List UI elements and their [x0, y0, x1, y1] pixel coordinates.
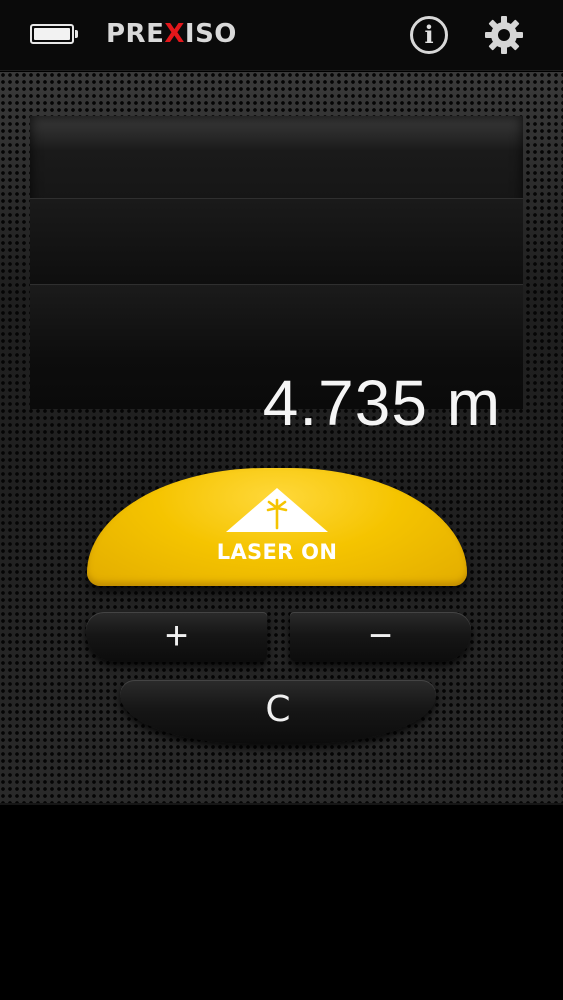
laser-warning-icon: [226, 488, 328, 532]
battery-icon: [30, 24, 78, 44]
display-history-row: [30, 198, 523, 285]
gear-icon: [485, 16, 523, 54]
clear-button[interactable]: C: [120, 680, 436, 744]
app-root: PREXISO i 4.735 m LASER ON + − C: [0, 0, 563, 1000]
laser-on-button[interactable]: LASER ON: [87, 468, 467, 586]
add-button[interactable]: +: [86, 612, 267, 662]
top-bar: PREXISO i: [0, 0, 563, 71]
device-panel: 4.735 m LASER ON + − C: [0, 72, 563, 805]
laser-on-label: LASER ON: [216, 540, 338, 564]
distance-reading: 4.735 m: [262, 367, 501, 439]
brand-logo: PREXISO: [106, 19, 237, 49]
brand-x: X: [164, 19, 185, 49]
measurement-display: 4.735 m: [30, 116, 523, 439]
brand-prefix: PRE: [106, 19, 165, 49]
info-icon: i: [424, 20, 434, 49]
settings-button[interactable]: [484, 15, 524, 55]
brand-suffix: ISO: [184, 19, 237, 49]
subtract-button[interactable]: −: [290, 612, 471, 662]
info-button[interactable]: i: [410, 16, 448, 54]
